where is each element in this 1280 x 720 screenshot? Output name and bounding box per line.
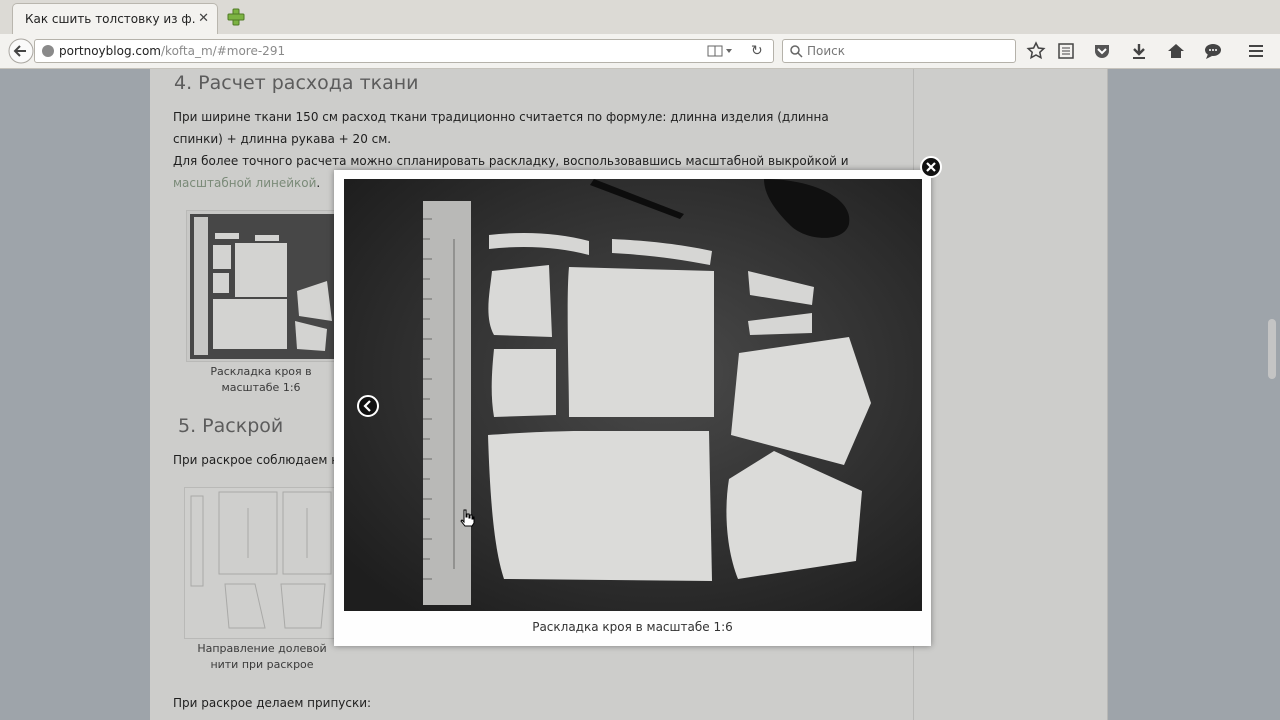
scale-ruler-link[interactable]: масштабной линейкой [173, 176, 316, 190]
image-lightbox: Раскладка кроя в масштабе 1:6 [334, 170, 931, 646]
download-icon[interactable] [1129, 41, 1149, 61]
bookmark-star-icon[interactable] [1026, 41, 1046, 61]
menu-icon[interactable] [1246, 41, 1266, 61]
url-path: /kofta_m/#more-291 [161, 44, 286, 58]
tab-title: Как сшить толстовку из ф… [25, 12, 195, 26]
layout-thumbnail-caption: Раскладка кроя в масштабе 1:6 [210, 365, 312, 394]
tab-close-icon[interactable]: ✕ [198, 11, 209, 26]
url-host: portnoyblog.com [59, 44, 161, 58]
search-bar[interactable]: Поиск [782, 39, 1016, 63]
right-sidebar [913, 69, 1108, 720]
globe-icon [42, 45, 54, 57]
section-4-title: 4. Расчет расхода ткани [174, 72, 419, 94]
back-icon[interactable] [8, 38, 34, 64]
page-scrollbar[interactable] [1268, 319, 1276, 379]
grain-direction-thumbnail-image [190, 491, 332, 629]
pattern-layout-photo [344, 179, 922, 611]
hand-cursor-icon [460, 509, 475, 527]
lightbox-photo[interactable] [344, 179, 922, 611]
home-icon[interactable] [1166, 41, 1186, 61]
search-icon [790, 45, 803, 58]
grain-direction-caption: Направление долевой нити при раскрое [197, 642, 327, 671]
reader-view-icon[interactable] [707, 44, 735, 58]
chevron-left-icon[interactable] [356, 394, 380, 418]
new-tab-icon[interactable] [226, 7, 246, 27]
search-placeholder: Поиск [807, 44, 846, 58]
section-4-paragraph-1: При ширине ткани 150 см расход ткани тра… [173, 110, 829, 146]
allowances-paragraph: При раскрое делаем припуски: [173, 696, 372, 710]
grain-direction-thumbnail[interactable] [184, 487, 336, 639]
tab-bar: Как сшить толстовку из ф… ✕ [0, 0, 1280, 35]
nav-bar: portnoyblog.com/kofta_m/#more-291 ↻ Поис… [0, 34, 1280, 69]
close-icon[interactable] [920, 156, 942, 178]
lightbox-caption: Раскладка кроя в масштабе 1:6 [532, 620, 733, 634]
url-bar[interactable]: portnoyblog.com/kofta_m/#more-291 ↻ [34, 39, 774, 63]
tab-active[interactable]: Как сшить толстовку из ф… ✕ [12, 3, 218, 34]
pocket-icon[interactable] [1092, 41, 1112, 61]
layout-thumbnail-image [190, 214, 334, 359]
url-text: portnoyblog.com/kofta_m/#more-291 [59, 44, 285, 58]
reading-list-icon[interactable] [1056, 41, 1076, 61]
section-5-title: 5. Раскрой [178, 415, 284, 437]
layout-thumbnail[interactable] [186, 210, 338, 362]
reload-icon[interactable]: ↻ [751, 43, 763, 59]
section-4-paragraph-2-text: Для более точного расчета можно спланиро… [173, 154, 849, 168]
chat-icon[interactable] [1203, 41, 1223, 61]
section-4-paragraph-2-end: . [316, 176, 321, 190]
